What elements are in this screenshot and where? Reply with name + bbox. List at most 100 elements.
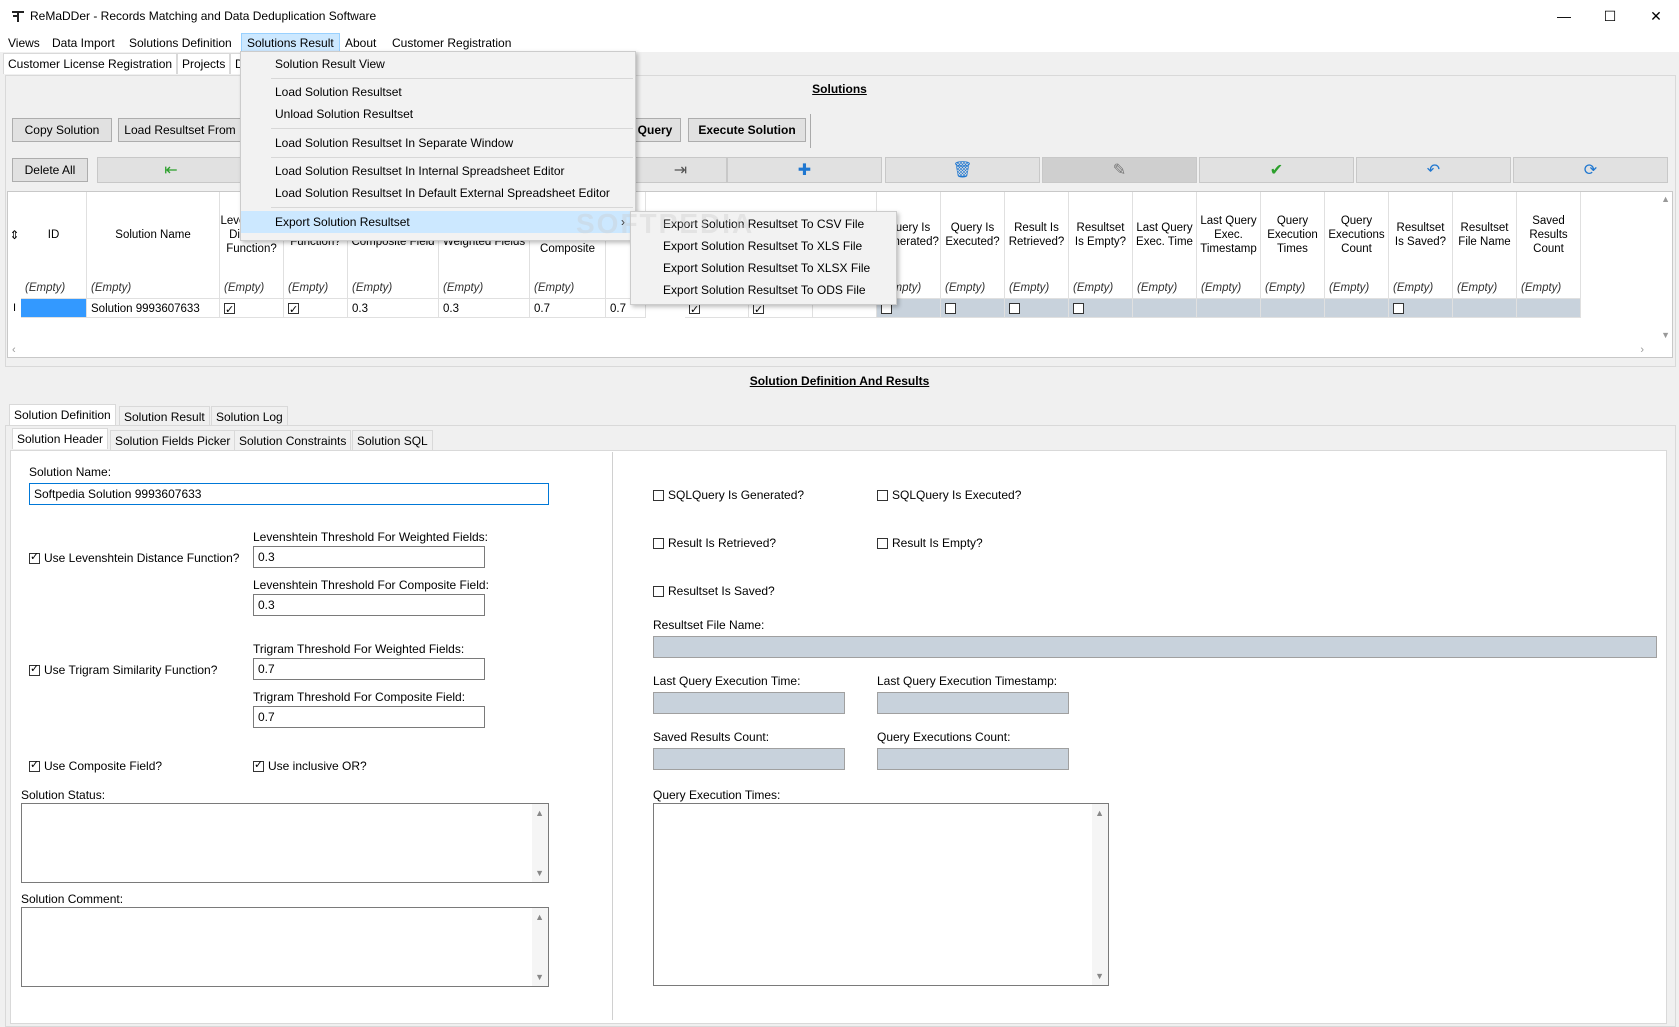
menu-about[interactable]: About: [340, 34, 381, 52]
cell-lev-function[interactable]: [220, 298, 284, 320]
edit-record-icon[interactable]: ✎: [1042, 157, 1197, 183]
copy-solution-button[interactable]: Copy Solution: [12, 118, 112, 142]
minimize-button[interactable]: —: [1541, 0, 1587, 32]
use-composite-checkbox[interactable]: Use Composite Field?: [29, 758, 162, 773]
cancel-edit-icon[interactable]: ↶: [1356, 157, 1511, 183]
first-record-icon[interactable]: ⇤: [97, 157, 245, 183]
close-button[interactable]: ✕: [1633, 0, 1679, 32]
last-time-input[interactable]: [653, 692, 845, 714]
solution-name-input[interactable]: Softpedia Solution 9993607633: [29, 483, 549, 505]
cell-lev-weight[interactable]: 0.3: [439, 298, 530, 318]
filter-cell[interactable]: (Empty): [439, 278, 530, 298]
post-record-icon[interactable]: ✔: [1199, 157, 1354, 183]
add-record-icon[interactable]: ✚: [727, 157, 882, 183]
col-last-exec-time[interactable]: Last Query Exec. Time: [1133, 192, 1197, 278]
tab-solution-result[interactable]: Solution Result: [119, 406, 210, 427]
solution-status-textarea[interactable]: ▲ ▼: [21, 803, 549, 883]
use-or-checkbox[interactable]: Use inclusive OR?: [253, 758, 367, 773]
result-retrieved-checkbox[interactable]: Result Is Retrieved?: [653, 536, 776, 550]
grid-scroll-right-icon[interactable]: ›: [1640, 344, 1644, 356]
menu-solution-result-view[interactable]: Solution Result View: [241, 53, 635, 75]
cell-last-exec-timestamp[interactable]: [1197, 298, 1261, 318]
tab-projects[interactable]: Projects: [177, 53, 231, 74]
maximize-button[interactable]: ☐: [1587, 0, 1633, 32]
cell-saved-count[interactable]: [1517, 298, 1581, 318]
filter-cell[interactable]: (Empty): [21, 278, 87, 298]
tab-solution-fields-picker[interactable]: Solution Fields Picker: [110, 430, 236, 451]
lev-composite-input[interactable]: 0.3: [253, 594, 485, 616]
use-lev-checkbox[interactable]: Use Levenshtein Distance Function?: [29, 550, 239, 565]
delete-record-icon[interactable]: 🗑: [885, 157, 1040, 183]
col-resultset-empty[interactable]: Resultset Is Empty?: [1069, 192, 1133, 278]
col-last-exec-timestamp[interactable]: Last Query Exec. Timestamp: [1197, 192, 1261, 278]
exec-count-input[interactable]: [877, 748, 1069, 770]
col-solution-name[interactable]: Solution Name: [87, 192, 220, 278]
menu-load-external-editor[interactable]: Load Solution Resultset In Default Exter…: [241, 182, 635, 204]
solution-comment-textarea[interactable]: ▲ ▼: [21, 907, 549, 987]
cell-solution-name[interactable]: Solution 9993607633: [87, 298, 220, 318]
filter-cell[interactable]: (Empty): [87, 278, 220, 298]
cell-resultset-empty[interactable]: [1069, 298, 1133, 318]
refresh-icon[interactable]: ⟳: [1513, 157, 1668, 183]
cell-result-retrieved[interactable]: [1005, 298, 1069, 318]
cell-tri-comp[interactable]: 0.7: [530, 298, 606, 318]
delete-all-button[interactable]: Delete All: [12, 158, 88, 182]
filter-cell[interactable]: (Empty): [1197, 278, 1261, 298]
saved-count-input[interactable]: [653, 748, 845, 770]
menu-load-separate-window[interactable]: Load Solution Resultset In Separate Wind…: [241, 132, 635, 154]
filter-cell[interactable]: (Empty): [1325, 278, 1389, 298]
tab-solution-definition[interactable]: Solution Definition: [9, 404, 116, 425]
tab-solution-sql[interactable]: Solution SQL: [352, 430, 433, 451]
tri-weighted-input[interactable]: 0.7: [253, 658, 485, 680]
cell-exec-times[interactable]: [1261, 298, 1325, 318]
cell-resultset-saved[interactable]: [1389, 298, 1453, 318]
cell-lev-comp[interactable]: 0.3: [348, 298, 439, 318]
cell-file-name[interactable]: [1453, 298, 1517, 318]
exec-times-textarea[interactable]: ▲ ▼: [653, 803, 1109, 986]
cell-last-exec-time[interactable]: [1133, 298, 1197, 318]
menu-customer-registration[interactable]: Customer Registration: [387, 34, 516, 52]
grid-scroll-left-icon[interactable]: ‹: [12, 344, 16, 356]
filter-cell[interactable]: (Empty): [1069, 278, 1133, 298]
menu-load-internal-editor[interactable]: Load Solution Resultset In Internal Spre…: [241, 160, 635, 182]
filter-cell[interactable]: (Empty): [941, 278, 1005, 298]
sql-generated-checkbox[interactable]: SQLQuery Is Generated?: [653, 488, 804, 502]
filter-cell[interactable]: (Empty): [1133, 278, 1197, 298]
sql-executed-checkbox[interactable]: SQLQuery Is Executed?: [877, 488, 1021, 502]
cell-query-executed[interactable]: [941, 298, 1005, 318]
last-record-icon[interactable]: ⇥: [634, 157, 727, 183]
filter-cell[interactable]: (Empty): [1389, 278, 1453, 298]
filter-cell[interactable]: (Empty): [1005, 278, 1069, 298]
filter-cell[interactable]: (Empty): [1261, 278, 1325, 298]
col-exec-count[interactable]: Query Executions Count: [1325, 192, 1389, 278]
filter-cell[interactable]: (Empty): [1517, 278, 1581, 298]
menu-unload-resultset[interactable]: Unload Solution Resultset: [241, 103, 635, 125]
cell-sim-function[interactable]: [284, 298, 348, 320]
menu-solutions-result[interactable]: Solutions Result: [241, 33, 340, 53]
menu-load-resultset[interactable]: Load Solution Resultset: [241, 81, 635, 103]
resultset-saved-checkbox[interactable]: Resultset Is Saved?: [653, 584, 775, 598]
tab-customer-license[interactable]: Customer License Registration: [3, 53, 178, 74]
lev-weighted-input[interactable]: 0.3: [253, 546, 485, 568]
col-result-retrieved[interactable]: Result Is Retrieved?: [1005, 192, 1069, 278]
col-resultset-saved[interactable]: Resultset Is Saved?: [1389, 192, 1453, 278]
menu-export-ods[interactable]: Export Solution Resultset To ODS File: [631, 279, 896, 301]
result-empty-checkbox[interactable]: Result Is Empty?: [877, 536, 983, 550]
grid-scroll-down-icon[interactable]: ▼: [1661, 330, 1670, 340]
menu-views[interactable]: Views: [3, 34, 45, 52]
col-exec-times[interactable]: Query Execution Times: [1261, 192, 1325, 278]
menu-solutions-definition[interactable]: Solutions Definition: [124, 34, 237, 52]
grid-scroll-up-icon[interactable]: ▲: [1661, 194, 1670, 204]
tab-solution-constraints[interactable]: Solution Constraints: [234, 430, 352, 451]
tri-composite-input[interactable]: 0.7: [253, 706, 485, 728]
filter-cell[interactable]: (Empty): [284, 278, 348, 298]
col-query-executed[interactable]: Query Is Executed?: [941, 192, 1005, 278]
filter-cell[interactable]: (Empty): [220, 278, 284, 298]
col-id[interactable]: ID: [21, 192, 87, 278]
execute-solution-button[interactable]: Execute Solution: [688, 118, 806, 142]
use-tri-checkbox[interactable]: Use Trigram Similarity Function?: [29, 662, 217, 677]
menu-export-xlsx[interactable]: Export Solution Resultset To XLSX File: [631, 257, 896, 279]
cell-id[interactable]: [21, 298, 87, 318]
tab-solution-header[interactable]: Solution Header: [12, 428, 109, 449]
filter-cell[interactable]: (Empty): [348, 278, 439, 298]
